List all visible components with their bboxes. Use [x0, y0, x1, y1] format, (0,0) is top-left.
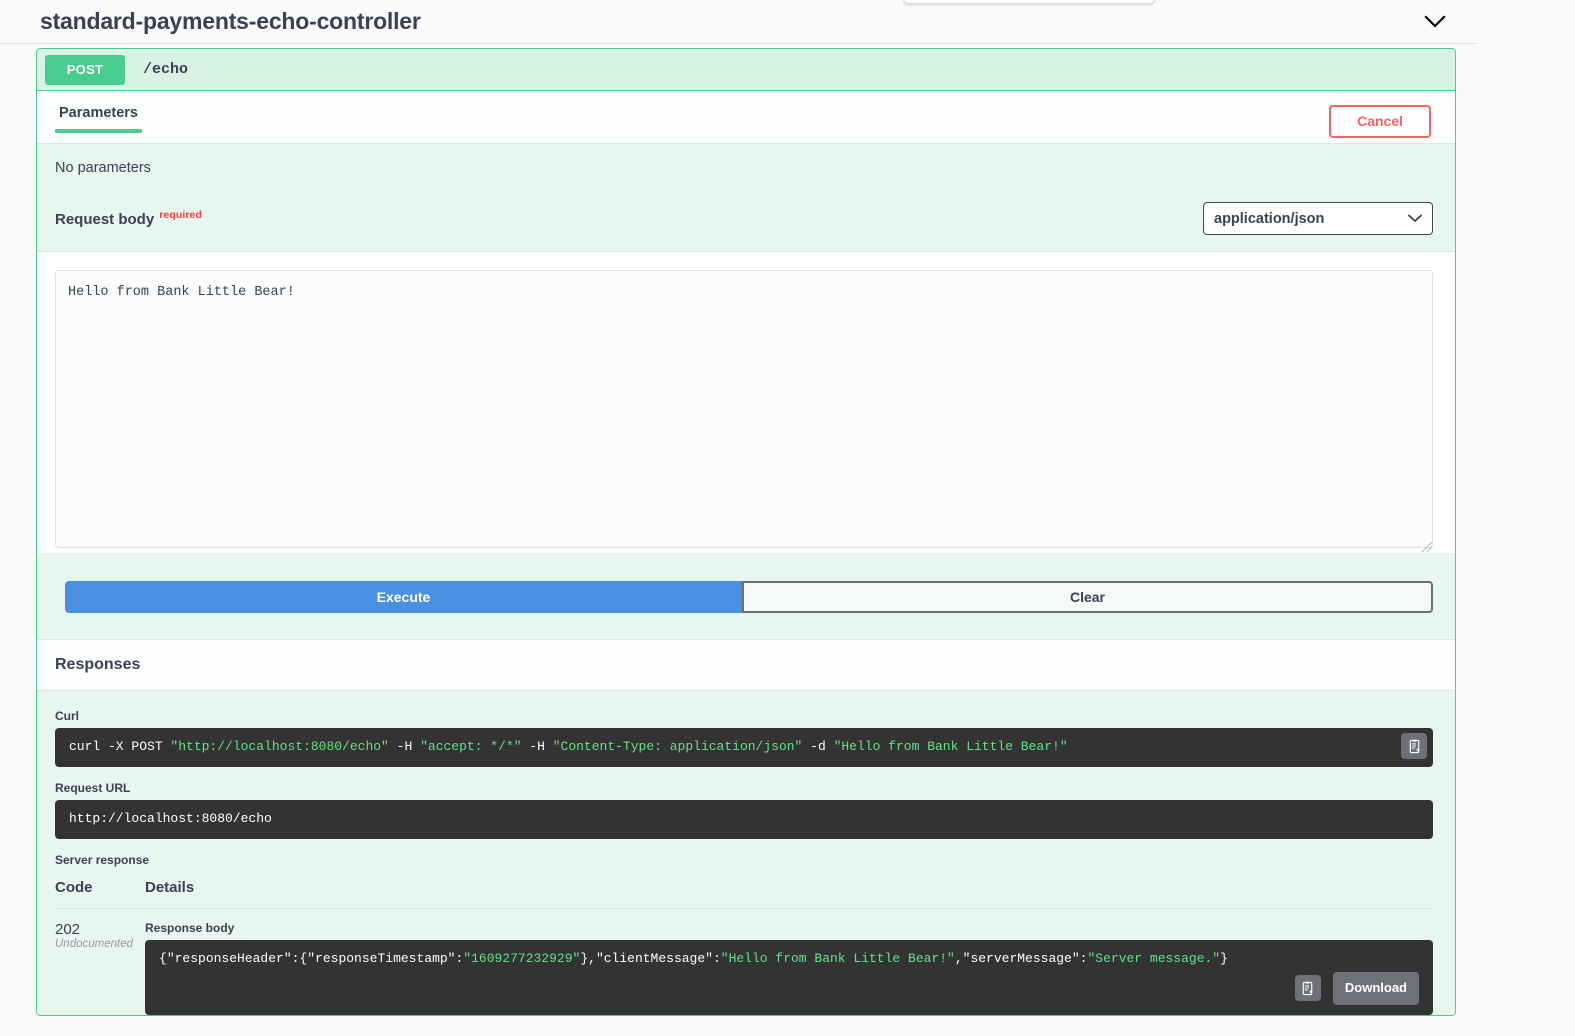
request-body-textarea-wrap [55, 270, 1433, 553]
operation-body: Parameters Cancel No parameters Request … [37, 91, 1455, 1015]
server-response-table: Code Details 202 Undocumented Response b… [55, 879, 1433, 1015]
http-method-badge[interactable]: POST [45, 55, 125, 85]
operation-path: /echo [143, 61, 188, 78]
resize-grip-icon[interactable] [1419, 539, 1433, 553]
response-body-label: Response body [145, 921, 1433, 935]
response-body-text: {"responseHeader":{"responseTimestamp":"… [159, 951, 1228, 966]
response-details-cell: Response body {"responseHeader":{"respon… [145, 908, 1433, 1014]
request-body-label: Request body required [55, 209, 202, 228]
no-parameters-text: No parameters [37, 143, 1455, 198]
response-body-actions: Download [1295, 972, 1419, 1005]
table-row: 202 Undocumented Response body {"respons… [55, 908, 1433, 1014]
request-body-input[interactable] [55, 270, 1433, 548]
copy-icon[interactable] [1401, 733, 1427, 759]
request-body-title: Request body [55, 211, 154, 228]
column-header-code: Code [55, 879, 145, 909]
table-header-row: Code Details [55, 879, 1433, 909]
tag-header[interactable]: standard-payments-echo-controller [0, 0, 1476, 44]
tabs-row: Parameters Cancel [37, 91, 1455, 143]
cancel-button[interactable]: Cancel [1329, 105, 1431, 138]
server-response-label: Server response [55, 853, 1433, 867]
request-body-header: Request body required application/json [37, 198, 1455, 251]
operation-summary[interactable]: POST /echo [37, 49, 1455, 91]
curl-label: Curl [55, 709, 1433, 723]
curl-command-text: curl -X POST "http://localhost:8080/echo… [69, 739, 1068, 754]
status-note: Undocumented [55, 938, 145, 950]
execute-row: Execute Clear [37, 553, 1455, 639]
request-body-editor-area [37, 251, 1455, 553]
request-url-label: Request URL [55, 781, 1433, 795]
responses-title: Responses [37, 639, 1455, 691]
status-code: 202 [55, 921, 145, 938]
copy-icon[interactable] [1295, 975, 1321, 1001]
request-url-box: http://localhost:8080/echo [55, 800, 1433, 839]
chevron-down-icon[interactable] [1422, 9, 1448, 35]
required-badge: required [159, 209, 202, 221]
column-header-details: Details [145, 879, 1433, 909]
download-button[interactable]: Download [1333, 972, 1419, 1005]
response-body-box: {"responseHeader":{"responseTimestamp":"… [145, 940, 1433, 1015]
content-type-value: application/json [1214, 211, 1324, 227]
operation-block-post-echo: POST /echo Parameters Cancel No paramete… [36, 48, 1456, 1016]
tab-parameters[interactable]: Parameters [55, 105, 142, 133]
chevron-down-icon [1408, 211, 1422, 227]
responses-body: Curl curl -X POST "http://localhost:8080… [37, 691, 1455, 1015]
content-type-select[interactable]: application/json [1203, 202, 1433, 235]
clear-button[interactable]: Clear [742, 581, 1433, 613]
page-title: standard-payments-echo-controller [40, 8, 421, 35]
execute-button[interactable]: Execute [65, 581, 742, 613]
curl-command-box: curl -X POST "http://localhost:8080/echo… [55, 728, 1433, 767]
response-code-cell: 202 Undocumented [55, 908, 145, 1014]
swagger-ui-page: standard-payments-echo-controller POST /… [0, 0, 1575, 1036]
